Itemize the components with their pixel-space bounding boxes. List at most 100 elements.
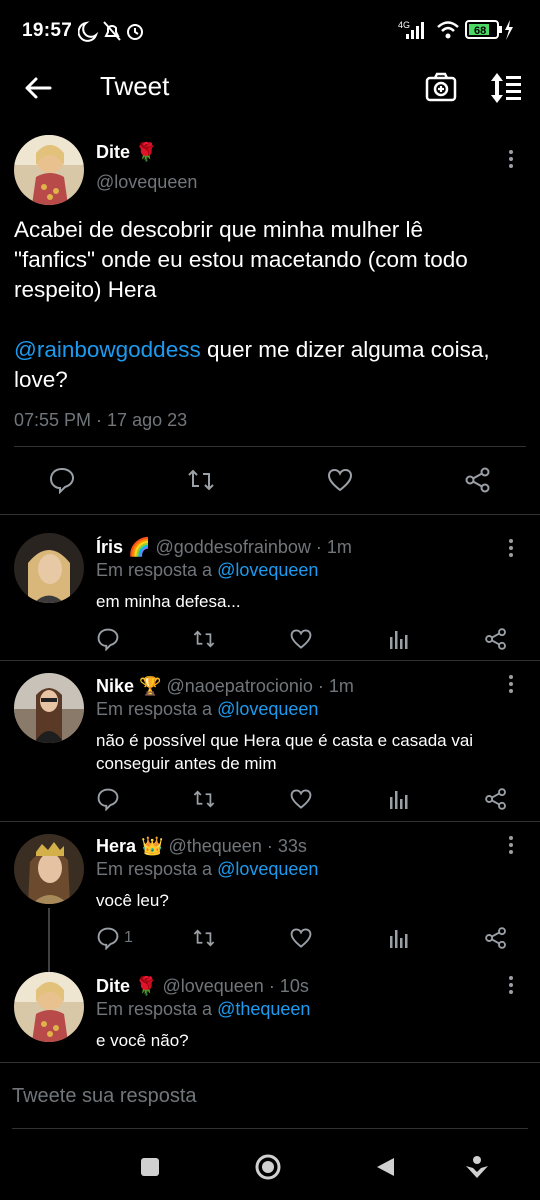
more-options-icon[interactable]: [501, 537, 521, 561]
share-icon[interactable]: [484, 926, 508, 950]
share-icon[interactable]: [464, 466, 492, 494]
reply-author[interactable]: Íris 🌈 @goddesofrainbow · 1m: [96, 537, 352, 558]
reply-handle: @thequeen · 33s: [168, 836, 307, 856]
in-reply-link[interactable]: @lovequeen: [217, 859, 318, 879]
back-nav-icon[interactable]: [374, 1156, 396, 1178]
page-title: Tweet: [100, 71, 170, 101]
in-reply-to: Em resposta a @lovequeen: [96, 699, 318, 720]
in-reply-label: Em resposta a: [96, 999, 213, 1019]
avatar[interactable]: [14, 834, 84, 904]
reply-author-name: Nike: [96, 676, 135, 696]
like-icon[interactable]: [289, 926, 313, 950]
status-right-icons: 4G 68: [398, 20, 513, 40]
mute-bell-icon: [103, 21, 121, 41]
reply-icon[interactable]: [48, 466, 76, 494]
in-reply-to: Em resposta a @lovequeen: [96, 859, 318, 880]
status-time: 19:57: [22, 20, 73, 41]
camera-add-icon[interactable]: [424, 70, 458, 104]
status-icons: [78, 21, 143, 42]
more-options-icon[interactable]: [501, 834, 521, 858]
reply-icon[interactable]: [96, 926, 120, 950]
rose-emoji: 🌹: [135, 976, 158, 996]
more-options-icon[interactable]: [501, 673, 521, 697]
tweet-line: quer me dizer alguma coisa,: [200, 337, 490, 362]
wifi-icon: [437, 21, 459, 39]
author-name[interactable]: Dite 🌹: [96, 142, 157, 163]
in-reply-link[interactable]: @lovequeen: [217, 560, 318, 580]
reply-text: não é possível que Hera que é casta e ca…: [96, 729, 473, 775]
divider: [0, 1062, 540, 1063]
share-icon[interactable]: [484, 787, 508, 811]
network-label: 4G: [398, 20, 410, 30]
more-options-icon[interactable]: [501, 148, 521, 172]
in-reply-to: Em resposta a @thequeen: [96, 999, 310, 1020]
reply-author[interactable]: Nike 🏆 @naoepatrocionio · 1m: [96, 676, 354, 697]
in-reply-label: Em resposta a: [96, 560, 213, 580]
reply-handle: @lovequeen · 10s: [162, 976, 309, 996]
retweet-icon[interactable]: [192, 627, 216, 651]
system-nav-bar: [0, 1130, 540, 1200]
share-icon[interactable]: [484, 627, 508, 651]
retweet-icon[interactable]: [186, 466, 216, 494]
analytics-icon[interactable]: [386, 627, 410, 651]
trophy-emoji: 🏆: [139, 676, 162, 696]
analytics-icon[interactable]: [386, 926, 410, 950]
analytics-icon[interactable]: [386, 787, 410, 811]
tweet-line: "fanfics" onde eu estou macetando (com t…: [14, 247, 468, 272]
avatar[interactable]: [14, 135, 84, 205]
like-icon[interactable]: [289, 627, 313, 651]
back-arrow-icon[interactable]: [22, 72, 54, 104]
retweet-icon[interactable]: [192, 787, 216, 811]
author-name-text: Dite: [96, 142, 131, 162]
reply-handle: @naoepatrocionio · 1m: [166, 676, 354, 696]
tweet-text: Acabei de descobrir que minha mulher lê …: [14, 215, 534, 395]
assistant-icon[interactable]: [464, 1154, 490, 1180]
alarm-icon: [127, 24, 143, 40]
reply-item[interactable]: Hera 👑 @thequeen · 33s Em resposta a @lo…: [0, 822, 540, 972]
charging-icon: [505, 20, 513, 40]
reply-item[interactable]: Nike 🏆 @naoepatrocionio · 1m Em resposta…: [0, 661, 540, 821]
reply-line: conseguir antes de mim: [96, 754, 277, 773]
tweet-line: Acabei de descobrir que minha mulher lê: [14, 217, 423, 242]
avatar[interactable]: [14, 673, 84, 743]
rainbow-emoji: 🌈: [128, 537, 151, 557]
reply-line: não é possível que Hera que é casta e ca…: [96, 731, 474, 750]
reply-author[interactable]: Dite 🌹 @lovequeen · 10s: [96, 976, 309, 997]
in-reply-link[interactable]: @thequeen: [217, 999, 310, 1019]
rose-emoji: 🌹: [135, 142, 158, 162]
home-icon[interactable]: [254, 1153, 282, 1181]
avatar[interactable]: [14, 533, 84, 603]
reply-author[interactable]: Hera 👑 @thequeen · 33s: [96, 836, 307, 857]
reply-icon[interactable]: [96, 787, 120, 811]
sort-icon[interactable]: [488, 70, 524, 106]
mention-link[interactable]: @rainbowgoddess: [14, 337, 201, 362]
reply-author-name: Dite: [96, 976, 131, 996]
like-icon[interactable]: [289, 787, 313, 811]
divider: [12, 1128, 528, 1129]
reply-text: e você não?: [96, 1029, 189, 1052]
reply-line: você leu?: [96, 891, 169, 910]
reply-handle: @goddesofrainbow · 1m: [155, 537, 352, 557]
more-options-icon[interactable]: [501, 974, 521, 998]
tweet-line: love?: [14, 367, 68, 392]
reply-item[interactable]: Dite 🌹 @lovequeen · 10s Em resposta a @t…: [0, 962, 540, 1062]
avatar[interactable]: [14, 972, 84, 1042]
reply-icon[interactable]: [96, 627, 120, 651]
reply-author-name: Hera: [96, 836, 137, 856]
reply-item[interactable]: Íris 🌈 @goddesofrainbow · 1m Em resposta…: [0, 515, 540, 660]
status-bar: 19:57 4G 68: [0, 0, 540, 60]
tweet-line: respeito) Hera: [14, 277, 157, 302]
reply-text: em minha defesa...: [96, 590, 241, 613]
app-bar: Tweet: [0, 60, 540, 116]
reply-compose-input[interactable]: Tweete sua resposta: [12, 1085, 197, 1108]
reply-count: 1: [124, 929, 133, 946]
author-handle[interactable]: @lovequeen: [96, 172, 197, 193]
retweet-icon[interactable]: [192, 926, 216, 950]
divider: [14, 446, 526, 447]
like-icon[interactable]: [326, 466, 354, 494]
reply-author-name: Íris: [96, 537, 124, 557]
battery-icon: 68: [465, 20, 502, 39]
recents-icon[interactable]: [140, 1157, 160, 1177]
crown-emoji: 👑: [141, 836, 164, 856]
in-reply-link[interactable]: @lovequeen: [217, 699, 318, 719]
